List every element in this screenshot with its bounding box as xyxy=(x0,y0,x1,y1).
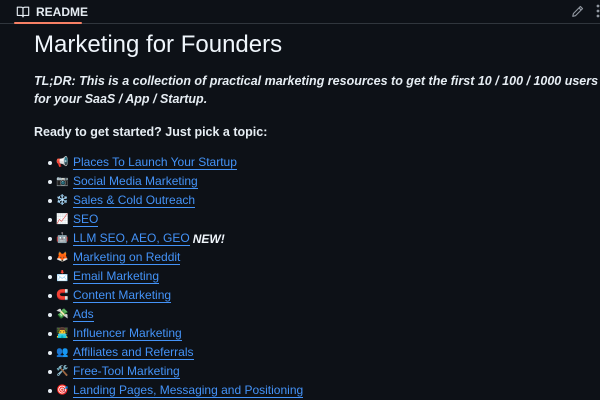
bullet-icon xyxy=(48,370,52,374)
target-icon: 🎯 xyxy=(56,384,69,396)
robot-icon: 🤖 xyxy=(56,232,69,244)
list-item: 👥 Affiliates and Referrals xyxy=(34,343,600,362)
list-item: 🛠️ Free-Tool Marketing xyxy=(34,362,600,381)
list-item: 📢 Places To Launch Your Startup xyxy=(34,153,600,172)
bullet-icon xyxy=(48,161,52,165)
topic-prompt: Ready to get started? Just pick a topic: xyxy=(34,125,268,139)
list-item: 📩 Email Marketing xyxy=(34,267,600,286)
tldr-paragraph: TL;DR: This is a collection of practical… xyxy=(34,74,599,106)
topic-link-ads[interactable]: Ads xyxy=(73,307,94,322)
list-item: 👨‍💻 Influencer Marketing xyxy=(34,324,600,343)
list-item: 💸 Ads xyxy=(34,305,600,324)
active-tab-indicator xyxy=(14,22,82,24)
topic-link-content[interactable]: Content Marketing xyxy=(73,288,172,303)
camera-icon: 📷 xyxy=(56,175,69,187)
kebab-icon[interactable] xyxy=(590,3,600,19)
tab-readme[interactable]: README xyxy=(10,0,94,24)
topic-link-landing-pages[interactable]: Landing Pages, Messaging and Positioning xyxy=(73,383,304,398)
bullet-icon xyxy=(48,351,52,355)
list-item: 📈 SEO xyxy=(34,210,600,229)
list-item: 🧲 Content Marketing xyxy=(34,286,600,305)
new-badge: NEW! xyxy=(192,231,225,246)
topic-link-llm-seo[interactable]: LLM SEO, AEO, GEO xyxy=(73,231,190,246)
bullet-icon xyxy=(48,180,52,184)
topic-link-sales-outreach[interactable]: Sales & Cold Outreach xyxy=(73,193,196,208)
envelope-icon: 📩 xyxy=(56,270,69,282)
magnet-icon: 🧲 xyxy=(56,289,69,301)
money-wings-icon: 💸 xyxy=(56,308,69,320)
pencil-icon[interactable] xyxy=(569,3,585,19)
list-item: 🤖 LLM SEO, AEO, GEO NEW! xyxy=(34,229,600,248)
fox-icon: 🦊 xyxy=(56,251,69,263)
people-icon: 👥 xyxy=(56,346,69,358)
readme-panel: README Marketing for Founders TL;DR: Thi… xyxy=(0,0,600,400)
bullet-icon xyxy=(48,389,52,393)
tab-readme-label: README xyxy=(36,5,89,19)
bullet-icon xyxy=(48,313,52,317)
list-item: 🦊 Marketing on Reddit xyxy=(34,248,600,267)
bullet-icon xyxy=(48,237,52,241)
topic-link-reddit[interactable]: Marketing on Reddit xyxy=(73,250,181,265)
bullet-icon xyxy=(48,218,52,222)
page-title: Marketing for Founders xyxy=(34,31,283,58)
technologist-icon: 👨‍💻 xyxy=(56,327,69,339)
list-item: 🎯 Landing Pages, Messaging and Positioni… xyxy=(34,381,600,400)
topic-link-influencer[interactable]: Influencer Marketing xyxy=(73,326,182,341)
list-item: ❄️ Sales & Cold Outreach xyxy=(34,191,600,210)
bullet-icon xyxy=(48,294,52,298)
topic-link-launch[interactable]: Places To Launch Your Startup xyxy=(73,155,237,170)
tools-icon: 🛠️ xyxy=(56,365,69,377)
bullet-icon xyxy=(48,332,52,336)
readme-tab-bar: README xyxy=(0,0,600,24)
bullet-icon xyxy=(48,199,52,203)
topic-link-affiliates[interactable]: Affiliates and Referrals xyxy=(73,345,194,360)
book-icon xyxy=(16,5,30,19)
topic-link-seo[interactable]: SEO xyxy=(73,212,99,227)
topic-list: 📢 Places To Launch Your Startup 📷 Social… xyxy=(34,153,600,400)
readme-content: Marketing for Founders TL;DR: This is a … xyxy=(34,26,600,400)
topic-link-social-media[interactable]: Social Media Marketing xyxy=(73,174,198,189)
snowflake-icon: ❄️ xyxy=(56,194,69,206)
bullet-icon xyxy=(48,256,52,260)
topic-link-email[interactable]: Email Marketing xyxy=(73,269,160,284)
megaphone-icon: 📢 xyxy=(56,156,69,168)
chart-up-icon: 📈 xyxy=(56,213,69,225)
topic-link-free-tool[interactable]: Free-Tool Marketing xyxy=(73,364,180,379)
bullet-icon xyxy=(48,275,52,279)
list-item: 📷 Social Media Marketing xyxy=(34,172,600,191)
